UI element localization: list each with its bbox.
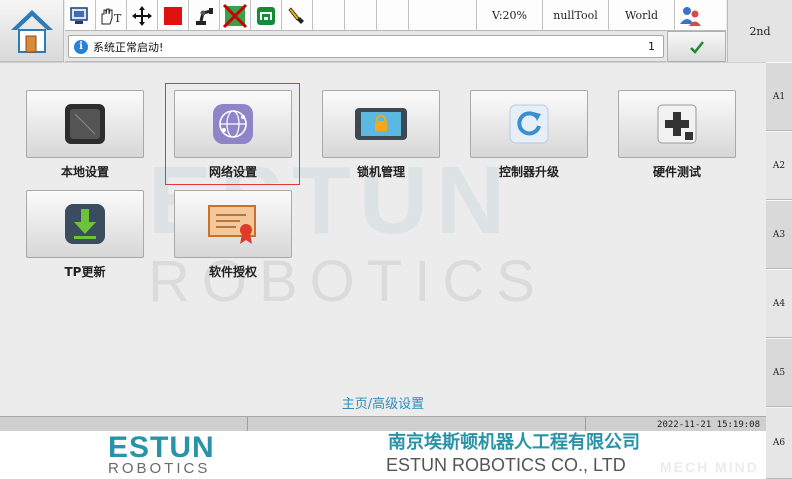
monitor-button[interactable]	[65, 0, 96, 31]
estun-logo-sub: ROBOTICS	[108, 460, 211, 477]
status-toolbar: T V:20% nullTool World	[65, 0, 726, 31]
coordinate-selector[interactable]: World	[609, 0, 675, 31]
company-footer: ESTUN ROBOTICS 南京埃斯顿机器人工程有限公司 ESTUN ROBO…	[0, 431, 766, 479]
checkmark-icon	[689, 40, 704, 54]
hardware-test-button[interactable]	[618, 90, 736, 158]
side-tab-a1[interactable]: A1	[766, 62, 792, 131]
teach-mode-button[interactable]: T	[96, 0, 127, 31]
side-tab-a3[interactable]: A3	[766, 200, 792, 269]
stop-state-button[interactable]	[158, 0, 189, 31]
brush-icon	[288, 6, 304, 24]
company-name-cn: 南京埃斯顿机器人工程有限公司	[388, 432, 640, 453]
tile-label: 软件授权	[208, 265, 257, 279]
confirm-button[interactable]	[667, 31, 726, 62]
network-settings-button[interactable]	[174, 90, 292, 158]
hand-t-icon: T	[101, 8, 122, 25]
datetime-display: 2022-11-21 15:19:08	[657, 419, 760, 430]
robot-button[interactable]	[189, 0, 220, 31]
local-settings-button[interactable]	[26, 90, 144, 158]
refresh-icon	[509, 104, 549, 144]
software-license-button[interactable]	[174, 190, 292, 258]
breadcrumb: 主页/高级设置	[341, 397, 425, 412]
frame-icon	[257, 6, 275, 25]
controller-upgrade-button[interactable]	[470, 90, 588, 158]
company-name-en: ESTUN ROBOTICS CO., LTD	[386, 455, 626, 475]
users-icon	[679, 6, 701, 26]
tile-label: 网络设置	[208, 165, 257, 179]
plus-tool-icon	[657, 104, 697, 144]
speed-indicator[interactable]: V:20%	[477, 0, 543, 31]
status-strip: 2022-11-21 15:19:08	[0, 416, 766, 432]
side-tab-a5[interactable]: A5	[766, 338, 792, 407]
tile-label: 锁机管理	[356, 165, 405, 179]
svg-text:T: T	[114, 12, 122, 25]
teach-pendant-screen: T V:20% nullTool World 2nd i 系统正常启动! 1 E…	[0, 0, 792, 479]
lock-management-button[interactable]	[322, 90, 440, 158]
certificate-icon	[208, 205, 256, 244]
lock-screen-icon	[355, 108, 407, 140]
monitor-icon	[70, 6, 88, 24]
message-bar: i 系统正常启动! 1	[65, 31, 666, 62]
tile-label: 本地设置	[60, 165, 109, 179]
toolbar-empty-slot	[313, 0, 345, 31]
message-box[interactable]: i 系统正常启动! 1	[68, 35, 664, 58]
message-text: 系统正常启动!	[93, 40, 164, 54]
tool-selector[interactable]: nullTool	[543, 0, 609, 31]
toolbar-empty-slot	[409, 0, 477, 31]
tile-label: 控制器升级	[498, 165, 559, 179]
stop-square-icon	[164, 6, 182, 25]
overlay-watermark: MECH MIND	[660, 459, 759, 475]
servo-crossed-icon	[222, 3, 248, 28]
tile-local-settings[interactable]: 本地设置	[26, 90, 144, 180]
side-tab-a4[interactable]: A4	[766, 269, 792, 338]
settings-box-icon	[65, 104, 105, 144]
status-cell	[248, 417, 586, 432]
estun-logo: ESTUN	[108, 431, 215, 464]
tp-update-button[interactable]	[26, 190, 144, 258]
move-arrows-icon	[132, 5, 152, 26]
toolbar-empty-slot	[377, 0, 409, 31]
download-icon	[65, 204, 105, 244]
tile-hardware-test[interactable]: 硬件测试	[618, 90, 736, 180]
user-button[interactable]	[675, 0, 706, 31]
tile-label: TP更新	[64, 265, 106, 279]
brush-button[interactable]	[282, 0, 313, 31]
tile-lock-management[interactable]: 锁机管理	[322, 90, 440, 180]
tile-label: 硬件测试	[652, 165, 701, 179]
tool-frame-button[interactable]	[251, 0, 282, 31]
jog-mode-button[interactable]	[127, 0, 158, 31]
second-function-button[interactable]: 2nd	[727, 0, 792, 62]
robot-arm-icon	[196, 7, 213, 25]
side-tab-a2[interactable]: A2	[766, 131, 792, 200]
axis-side-tabs: A1 A2 A3 A4 A5 A6	[766, 62, 792, 479]
tile-software-license[interactable]: 软件授权	[174, 190, 292, 280]
status-cell	[0, 417, 248, 432]
servo-off-button[interactable]	[220, 0, 251, 31]
tile-controller-upgrade[interactable]: 控制器升级	[470, 90, 588, 180]
tile-tp-update[interactable]: TP更新	[26, 190, 144, 280]
main-content: ESTUN ROBOTICS 本地设置 网络设置 锁机管理 控制器升级 硬件测试…	[0, 62, 766, 416]
tile-network-settings[interactable]: 网络设置	[174, 90, 292, 180]
network-globe-icon	[213, 104, 253, 144]
side-tab-a6[interactable]: A6	[766, 407, 792, 479]
message-count: 1	[648, 40, 655, 53]
home-icon	[10, 9, 53, 53]
home-button[interactable]	[0, 0, 64, 62]
toolbar-empty-slot	[345, 0, 377, 31]
info-icon: i	[74, 39, 88, 54]
